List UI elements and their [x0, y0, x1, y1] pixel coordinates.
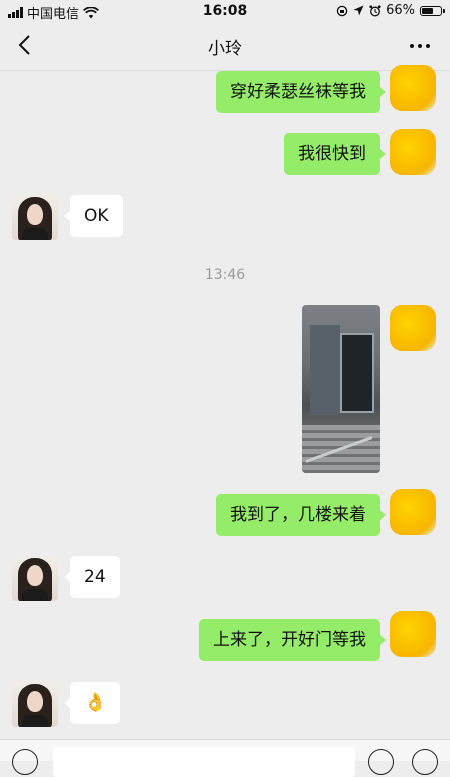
contact-avatar[interactable] [12, 194, 58, 240]
battery-icon [420, 5, 445, 16]
message-list[interactable]: 穿好柔瑟丝袜等我 我很快到 OK 13:46 我到了，几楼来着 24 上来了，开… [0, 65, 450, 739]
message-timestamp: 13:46 [204, 267, 246, 283]
rotation-lock-icon [336, 5, 348, 16]
chat-title: 小玲 [208, 39, 242, 59]
battery-fill [422, 7, 434, 14]
message-input[interactable] [53, 747, 355, 777]
my-avatar[interactable] [390, 305, 436, 351]
alarm-icon [369, 4, 381, 16]
my-avatar[interactable] [390, 129, 436, 175]
message-bubble-sent[interactable]: 穿好柔瑟丝袜等我 [216, 71, 386, 113]
add-attachment-icon[interactable] [412, 749, 438, 775]
voice-input-icon[interactable] [12, 749, 38, 775]
message-bubble-sent[interactable]: 上来了，开好门等我 [199, 619, 386, 661]
chat-header: 小玲 [0, 22, 450, 71]
my-avatar[interactable] [390, 611, 436, 657]
ok-hand-emoji-icon: 👌 [84, 692, 107, 713]
status-bar: 中国电信 16:08 66% [0, 0, 450, 22]
my-avatar[interactable] [390, 489, 436, 535]
contact-avatar[interactable] [12, 555, 58, 601]
contact-avatar[interactable] [12, 681, 58, 727]
message-bubble-received[interactable]: OK [64, 195, 123, 237]
message-bubble-received[interactable]: 👌 [63, 682, 121, 724]
location-icon [353, 5, 364, 16]
status-right: 66% [336, 3, 445, 18]
my-avatar[interactable] [390, 65, 436, 111]
message-bubble-sent[interactable]: 我很快到 [284, 133, 386, 175]
message-bubble-received[interactable]: 24 [64, 556, 120, 598]
message-image[interactable] [302, 305, 380, 473]
battery-percent: 66% [386, 3, 415, 18]
message-bubble-sent[interactable]: 我到了，几楼来着 [216, 494, 386, 536]
message-input-bar [0, 739, 450, 777]
emoji-picker-icon[interactable] [368, 749, 394, 775]
more-options-icon[interactable] [406, 34, 434, 58]
